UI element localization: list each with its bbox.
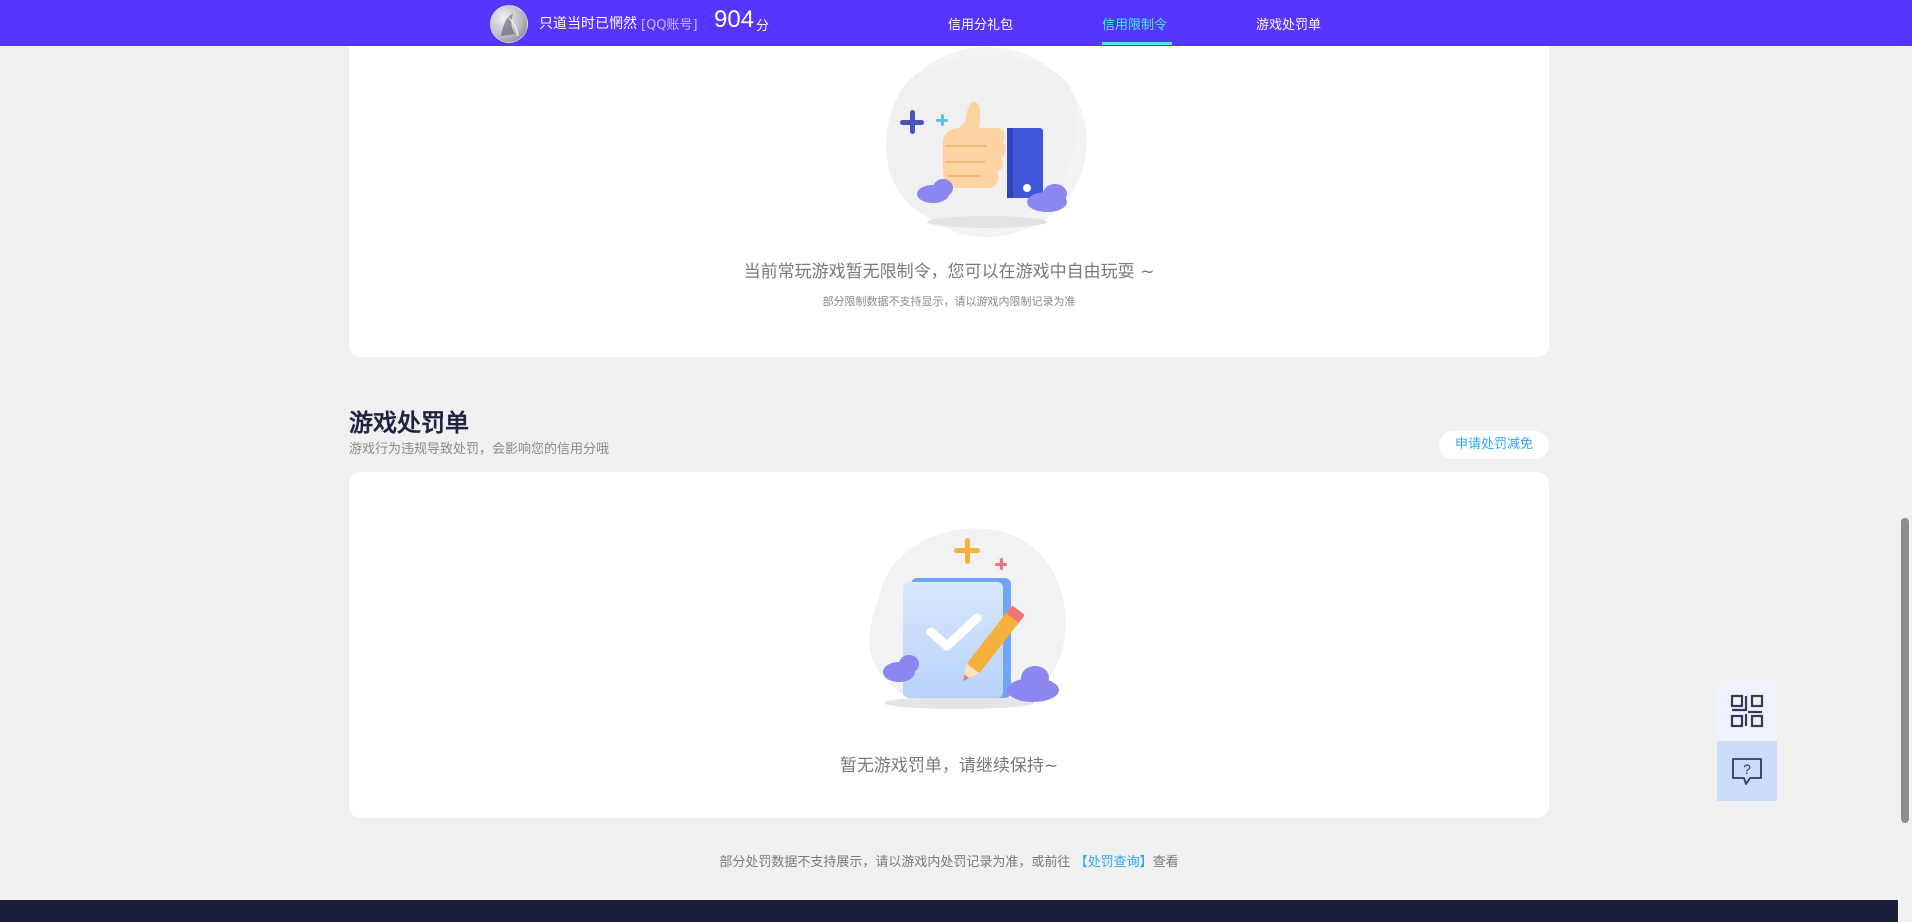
credit-score-unit: 分 — [756, 19, 770, 34]
footer-note-prefix: 部分处罚数据不支持展示，请以游戏内处罚记录为准，或前往 — [719, 855, 1071, 870]
footer-note: 部分处罚数据不支持展示，请以游戏内处罚记录为准，或前往 【处罚查询】查看 — [0, 851, 1898, 870]
account-type-label: [QQ账号] — [641, 18, 698, 33]
nav-credit-restriction[interactable]: 信用限制令 — [1102, 14, 1167, 33]
credit-score: 904 — [714, 6, 755, 33]
restriction-note: 部分限制数据不支持显示，请以游戏内限制记录为准 — [822, 295, 1076, 308]
page-footer — [0, 900, 1898, 922]
avatar[interactable] — [490, 5, 528, 43]
help-chat-icon: ? — [1732, 758, 1762, 785]
page-scrollbar[interactable] — [1898, 0, 1912, 922]
checklist-pencil-illustration — [869, 528, 1066, 709]
footer-note-suffix: 查看 — [1152, 855, 1179, 870]
svg-text:?: ? — [1743, 761, 1751, 777]
penalty-empty-text: 暂无游戏罚单，请继续保持~ — [839, 756, 1059, 776]
penalty-query-link[interactable]: 【处罚查询】 — [1075, 855, 1153, 870]
penalty-section-title: 游戏处罚单 — [349, 409, 469, 437]
user-nickname: 只道当时已惘然 — [539, 16, 637, 32]
nav-game-penalty[interactable]: 游戏处罚单 — [1256, 14, 1321, 33]
thumbs-up-illustration — [886, 47, 1087, 237]
nav-credit-gift[interactable]: 信用分礼包 — [948, 14, 1013, 33]
apply-penalty-reduction-button[interactable]: 申请处罚减免 — [1439, 431, 1549, 459]
penalty-section-description: 游戏行为违规导致处罚，会影响您的信用分哦 — [349, 442, 610, 457]
scrollbar-thumb[interactable] — [1901, 518, 1909, 823]
restriction-card: 当前常玩游戏暂无限制令，您可以在游戏中自由玩耍 ~ 部分限制数据不支持显示，请以… — [349, 20, 1549, 357]
qr-code-icon — [1730, 694, 1764, 728]
nav-active-indicator — [1102, 42, 1172, 45]
restriction-empty-text: 当前常玩游戏暂无限制令，您可以在游戏中自由玩耍 ~ — [743, 262, 1155, 282]
top-nav-bar: 只道当时已惘然 [QQ账号] 904 分 信用分礼包 信用限制令 游戏处罚单 — [0, 0, 1912, 46]
qr-code-button[interactable] — [1717, 681, 1777, 741]
penalty-card: 暂无游戏罚单，请继续保持~ — [349, 472, 1549, 818]
help-button[interactable]: ? — [1717, 741, 1777, 801]
